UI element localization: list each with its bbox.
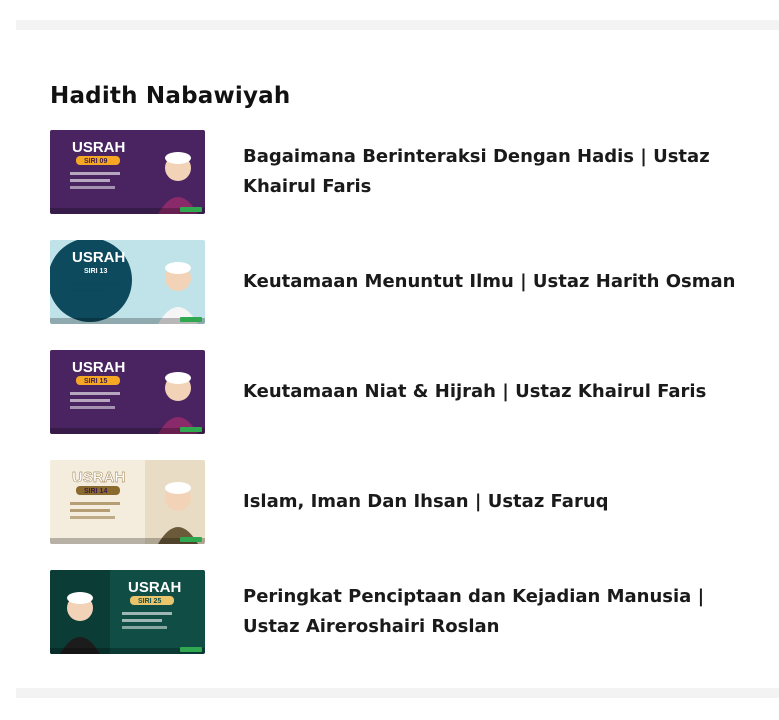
svg-text:USRAH: USRAH [72, 139, 125, 156]
top-divider [16, 20, 779, 30]
svg-text:SIRI 14: SIRI 14 [84, 488, 107, 495]
video-title-link[interactable]: Keutamaan Menuntut Ilmu | Ustaz Harith O… [243, 240, 753, 324]
svg-text:USRAH: USRAH [128, 579, 181, 596]
video-title-link[interactable]: Peringkat Penciptaan dan Kejadian Manusi… [243, 570, 753, 654]
svg-text:SIRI 15: SIRI 15 [84, 378, 107, 385]
list-item: USRAH SIRI 14 Islam, Iman Dan Ihsan | Us… [50, 460, 770, 570]
svg-text:USRAH: USRAH [72, 469, 125, 486]
video-thumbnail[interactable]: USRAH SIRI 15 [50, 350, 205, 434]
video-thumbnail[interactable]: USRAH SIRI 13 [50, 240, 205, 324]
svg-text:USRAH: USRAH [72, 359, 125, 376]
video-thumbnail[interactable]: USRAH SIRI 14 [50, 460, 205, 544]
list-item: USRAH SIRI 15 Keutamaan Niat & Hijrah | … [50, 350, 770, 460]
svg-text:USRAH: USRAH [72, 249, 125, 266]
video-title-link[interactable]: Bagaimana Berinteraksi Dengan Hadis | Us… [243, 130, 753, 214]
list-item: USRAH SIRI 13 Keutamaan Menuntut Ilmu | … [50, 240, 770, 350]
list-item: USRAH SIRI 09 Bagaimana Berinteraksi Den… [50, 130, 770, 240]
section-heading: Hadith Nabawiyah [50, 83, 291, 110]
video-thumbnail[interactable]: USRAH SIRI 09 [50, 130, 205, 214]
bottom-divider [16, 688, 779, 698]
video-title-link[interactable]: Keutamaan Niat & Hijrah | Ustaz Khairul … [243, 350, 753, 434]
svg-text:SIRI 09: SIRI 09 [84, 158, 107, 165]
list-item: USRAH SIRI 25 Peringkat Penciptaan dan K… [50, 570, 770, 680]
video-title-link[interactable]: Islam, Iman Dan Ihsan | Ustaz Faruq [243, 460, 753, 544]
video-list: USRAH SIRI 09 Bagaimana Berinteraksi Den… [50, 130, 770, 680]
video-thumbnail[interactable]: USRAH SIRI 25 [50, 570, 205, 654]
svg-text:SIRI 13: SIRI 13 [84, 268, 107, 275]
svg-text:SIRI 25: SIRI 25 [138, 598, 161, 605]
